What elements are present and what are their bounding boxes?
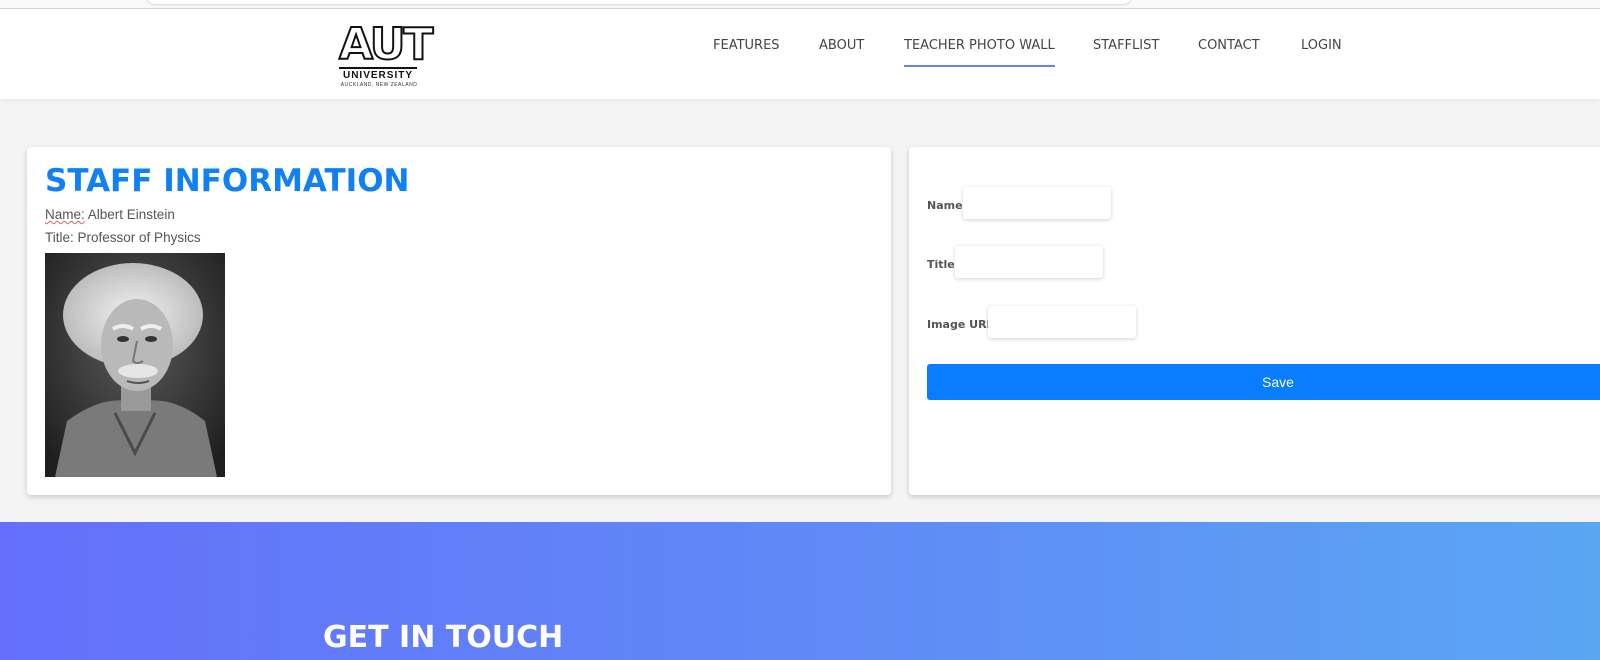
- staff-title-line: Title: Professor of Physics: [45, 230, 201, 245]
- nav-item-contact[interactable]: CONTACT: [1198, 38, 1260, 65]
- image-url-input[interactable]: [988, 306, 1136, 338]
- form-name-label: Name:: [927, 199, 967, 212]
- nav-menu: FEATURES ABOUT TEACHER PHOTO WALL STAFFL…: [0, 38, 1600, 78]
- staff-name-line: Name: Albert Einstein: [45, 207, 175, 222]
- logo-location-text: AUCKLAND, NEW ZEALAND: [340, 82, 418, 88]
- nav-item-login[interactable]: LOGIN: [1301, 38, 1342, 65]
- nav-item-stafflist[interactable]: STAFFLIST: [1093, 38, 1159, 65]
- title-input[interactable]: [955, 246, 1103, 278]
- nav-item-teacher-photo-wall[interactable]: TEACHER PHOTO WALL: [904, 38, 1055, 67]
- staff-title-label: Title:: [45, 230, 74, 245]
- nav-item-about[interactable]: ABOUT: [819, 38, 864, 65]
- nav-item-features[interactable]: FEATURES: [713, 38, 780, 65]
- navbar: AUT UNIVERSITY AUCKLAND, NEW ZEALAND FEA…: [0, 9, 1600, 99]
- browser-strip: [0, 0, 1600, 9]
- staff-info-card: STAFF INFORMATION Name: Albert Einstein …: [27, 147, 891, 495]
- name-input[interactable]: [963, 187, 1111, 219]
- contact-section: GET IN TOUCH: [0, 522, 1600, 660]
- portrait-image: [45, 253, 225, 477]
- save-button[interactable]: Save: [927, 364, 1600, 400]
- staff-name-value: Albert Einstein: [87, 207, 175, 222]
- staff-photo: [45, 253, 225, 477]
- contact-heading: GET IN TOUCH: [323, 620, 564, 655]
- staff-edit-form-card: Name: Title: Image URL: Save: [909, 147, 1600, 495]
- staff-name-label: Name:: [45, 207, 85, 222]
- staff-info-heading: STAFF INFORMATION: [45, 163, 410, 199]
- staff-title-value: Professor of Physics: [77, 230, 201, 245]
- browser-address-bar[interactable]: [146, 0, 1132, 4]
